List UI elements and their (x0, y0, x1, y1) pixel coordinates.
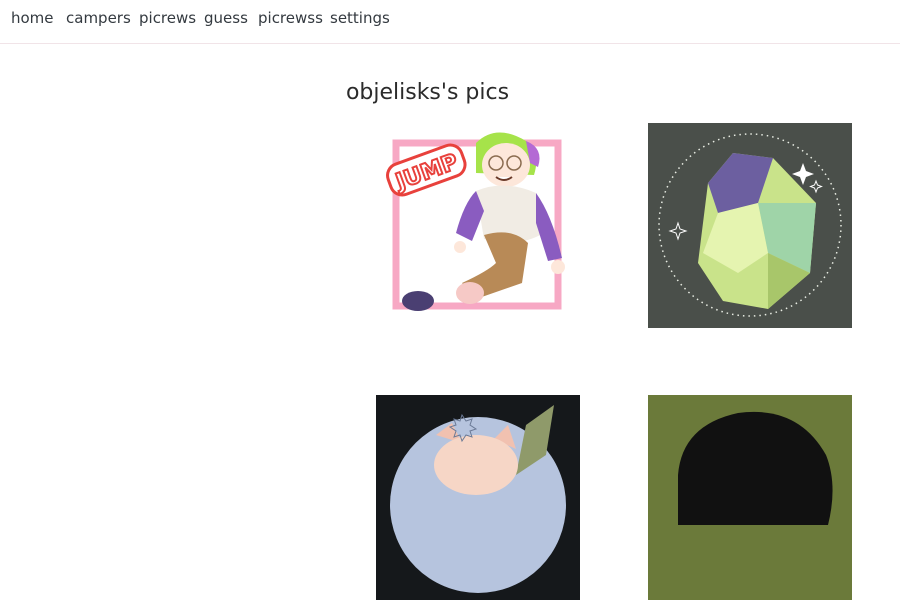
pic-thumbnail-4[interactable] (648, 395, 852, 600)
nav-campers-link[interactable]: campers (66, 9, 131, 27)
nav-home-link[interactable]: home (11, 9, 54, 27)
nav-picrews-link[interactable]: picrews (139, 9, 196, 27)
avatar-jump-image: JUMP (386, 132, 565, 311)
pic-thumbnail-2[interactable] (648, 123, 852, 328)
pic-thumbnail-3[interactable] (376, 395, 580, 600)
top-nav: home campers picrews guess picrewss sett… (0, 0, 900, 44)
nav-guess-link[interactable]: guess (204, 9, 248, 27)
crystal-image (648, 123, 852, 328)
pic-thumbnail-1[interactable]: JUMP (376, 123, 580, 328)
page-title: objelisks's pics (345, 80, 510, 105)
nav-settings-link[interactable]: settings (330, 9, 390, 27)
nav-picrewss-link[interactable]: picrewss (258, 9, 323, 27)
cat-portrait-image (376, 395, 580, 600)
silhouette-image (648, 395, 852, 600)
